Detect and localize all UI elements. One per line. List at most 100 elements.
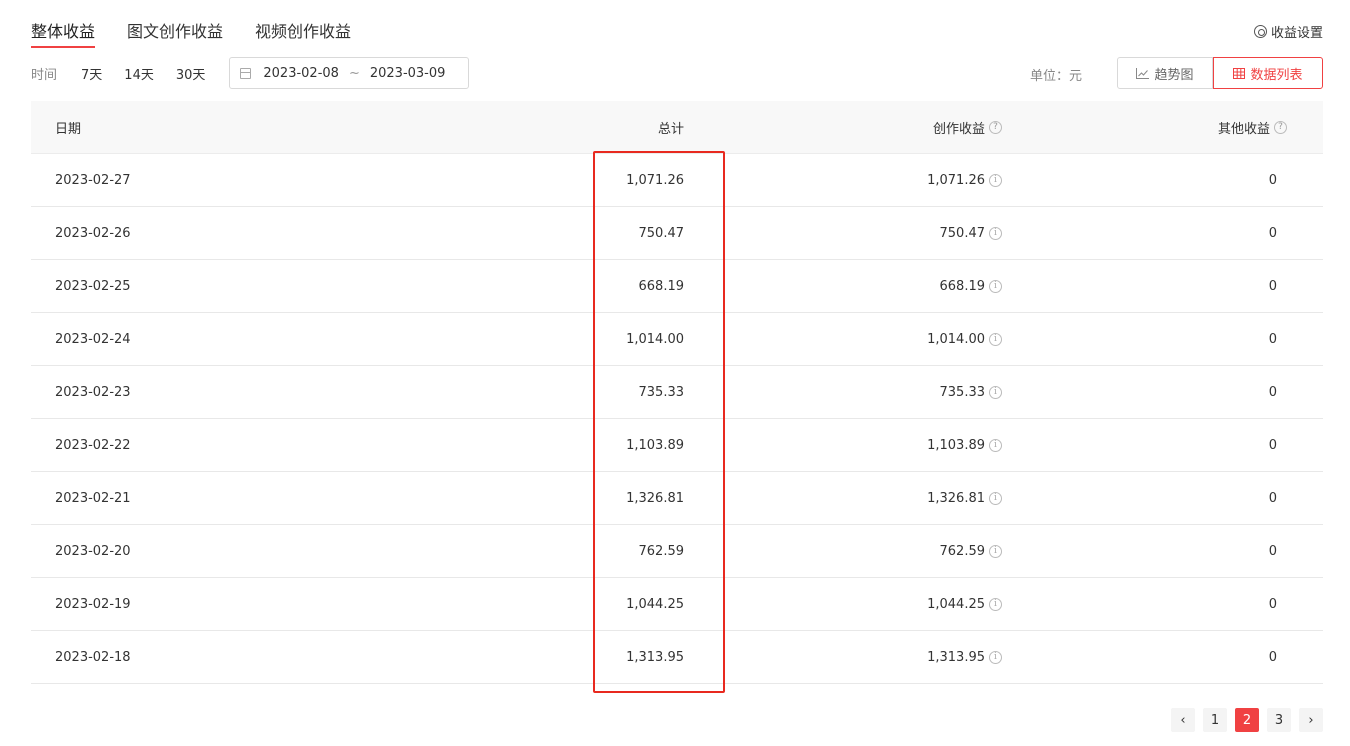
data-list-button[interactable]: 数据列表 <box>1213 57 1323 89</box>
row-total: 762.59 <box>638 543 685 559</box>
page-1-button[interactable]: 1 <box>1203 708 1227 732</box>
table-row: 2023-02-23 735.33 735.33 i 0 <box>31 366 1323 419</box>
info-icon[interactable]: i <box>989 279 1002 293</box>
row-total: 1,071.26 <box>626 172 684 188</box>
row-other-earnings: 0 <box>1002 597 1305 612</box>
calendar-icon <box>240 67 252 79</box>
time-filter: 时间 7天 14天 30天 2023-02-08 ~ 2023-03-09 <box>31 57 470 89</box>
end-date[interactable]: 2023-03-09 <box>370 66 446 81</box>
date-separator: ~ <box>348 65 360 81</box>
table-row: 2023-02-22 1,103.89 1,103.89 i 0 <box>31 419 1323 472</box>
tab-overall-earnings[interactable]: 整体收益 <box>31 0 96 50</box>
row-other-earnings: 0 <box>1002 332 1305 347</box>
table-icon <box>1233 67 1246 79</box>
info-icon[interactable]: i <box>989 597 1002 611</box>
pagination: ‹ 1 2 3 › <box>1171 708 1323 732</box>
header-date: 日期 <box>55 121 82 137</box>
row-creation-earnings: 1,326.81 i <box>684 491 1002 506</box>
row-creation-value: 1,326.81 <box>927 490 985 506</box>
data-list-label: 数据列表 <box>1250 67 1303 83</box>
info-icon[interactable]: i <box>989 226 1002 240</box>
row-other-value: 0 <box>1268 278 1277 294</box>
row-creation-value: 735.33 <box>939 384 986 400</box>
info-icon[interactable]: i <box>989 332 1002 346</box>
earnings-settings-link[interactable]: 收益设置 <box>1253 22 1323 41</box>
header-total: 总计 <box>657 121 684 137</box>
date-range-picker[interactable]: 2023-02-08 ~ 2023-03-09 <box>229 57 470 89</box>
row-creation-value: 1,044.25 <box>927 596 985 612</box>
earnings-page: 整体收益 图文创作收益 视频创作收益 收益设置 时间 7天 14天 30天 20… <box>0 0 1350 746</box>
table-header: 日期 总计 创作收益 ? 其他收益 ? <box>31 101 1323 154</box>
row-total: 1,326.81 <box>626 490 684 506</box>
range-7-days[interactable]: 7天 <box>81 64 102 83</box>
row-total: 668.19 <box>638 278 685 294</box>
row-creation-value: 668.19 <box>939 278 986 294</box>
info-icon[interactable]: i <box>989 385 1002 399</box>
row-creation-value: 750.47 <box>939 225 986 241</box>
start-date[interactable]: 2023-02-08 <box>263 66 339 81</box>
row-creation-earnings: 1,313.95 i <box>684 650 1002 665</box>
page-3-button[interactable]: 3 <box>1267 708 1291 732</box>
row-other-earnings: 0 <box>1002 385 1305 400</box>
trend-chart-label: 趋势图 <box>1154 67 1194 83</box>
row-other-earnings: 0 <box>1002 491 1305 506</box>
table-row: 2023-02-20 762.59 762.59 i 0 <box>31 525 1323 578</box>
row-other-earnings: 0 <box>1002 438 1305 453</box>
range-30-days[interactable]: 30天 <box>176 64 206 83</box>
row-creation-earnings: 1,044.25 i <box>684 597 1002 612</box>
row-total: 1,044.25 <box>626 596 684 612</box>
row-creation-earnings: 1,103.89 i <box>684 438 1002 453</box>
row-date: 2023-02-22 <box>55 437 131 453</box>
row-creation-earnings: 1,071.26 i <box>684 173 1002 188</box>
info-icon[interactable]: i <box>989 438 1002 452</box>
earnings-table: 日期 总计 创作收益 ? 其他收益 ? 2023-02-27 1,071.26 1,… <box>31 101 1323 684</box>
settings-icon <box>1253 25 1267 38</box>
row-creation-value: 762.59 <box>939 543 986 559</box>
row-other-value: 0 <box>1268 331 1277 347</box>
prev-page-button[interactable]: ‹ <box>1171 708 1195 732</box>
view-toggle: 趋势图 数据列表 <box>1117 57 1323 89</box>
range-14-days[interactable]: 14天 <box>124 64 154 83</box>
header-creation-earnings: 创作收益 ? <box>684 118 1002 137</box>
row-date: 2023-02-20 <box>55 543 131 559</box>
info-icon[interactable]: i <box>989 491 1002 505</box>
trend-chart-button[interactable]: 趋势图 <box>1117 57 1213 89</box>
header-other-earnings: 其他收益 ? <box>1002 118 1305 137</box>
row-other-earnings: 0 <box>1002 544 1305 559</box>
row-other-value: 0 <box>1268 225 1277 241</box>
row-date: 2023-02-23 <box>55 384 131 400</box>
tab-article-earnings[interactable]: 图文创作收益 <box>127 0 223 50</box>
row-other-value: 0 <box>1268 649 1277 665</box>
info-icon[interactable]: i <box>989 650 1002 664</box>
row-creation-value: 1,014.00 <box>927 331 985 347</box>
row-other-earnings: 0 <box>1002 650 1305 665</box>
help-icon[interactable]: ? <box>1274 120 1287 134</box>
info-icon[interactable]: i <box>989 173 1002 187</box>
row-creation-earnings: 1,014.00 i <box>684 332 1002 347</box>
row-creation-earnings: 762.59 i <box>684 544 1002 559</box>
row-creation-value: 1,313.95 <box>927 649 985 665</box>
header-other-label: 其他收益 <box>1217 121 1270 137</box>
row-other-value: 0 <box>1268 543 1277 559</box>
table-row: 2023-02-21 1,326.81 1,326.81 i 0 <box>31 472 1323 525</box>
row-other-earnings: 0 <box>1002 279 1305 294</box>
row-total: 1,313.95 <box>626 649 684 665</box>
page-2-button[interactable]: 2 <box>1235 708 1259 732</box>
row-creation-earnings: 735.33 i <box>684 385 1002 400</box>
tab-video-earnings[interactable]: 视频创作收益 <box>255 0 351 50</box>
next-page-button[interactable]: › <box>1299 708 1323 732</box>
row-date: 2023-02-25 <box>55 278 131 294</box>
row-total: 735.33 <box>638 384 685 400</box>
table-row: 2023-02-18 1,313.95 1,313.95 i 0 <box>31 631 1323 684</box>
row-other-earnings: 0 <box>1002 226 1305 241</box>
header-creation-label: 创作收益 <box>932 121 985 137</box>
settings-label: 收益设置 <box>1270 26 1323 41</box>
help-icon[interactable]: ? <box>989 120 1002 134</box>
unit-label: 单位：元 <box>1030 69 1083 84</box>
trend-chart-icon <box>1136 67 1150 79</box>
info-icon[interactable]: i <box>989 544 1002 558</box>
table-row: 2023-02-26 750.47 750.47 i 0 <box>31 207 1323 260</box>
row-date: 2023-02-21 <box>55 490 131 506</box>
row-date: 2023-02-19 <box>55 596 131 612</box>
row-date: 2023-02-27 <box>55 172 131 188</box>
